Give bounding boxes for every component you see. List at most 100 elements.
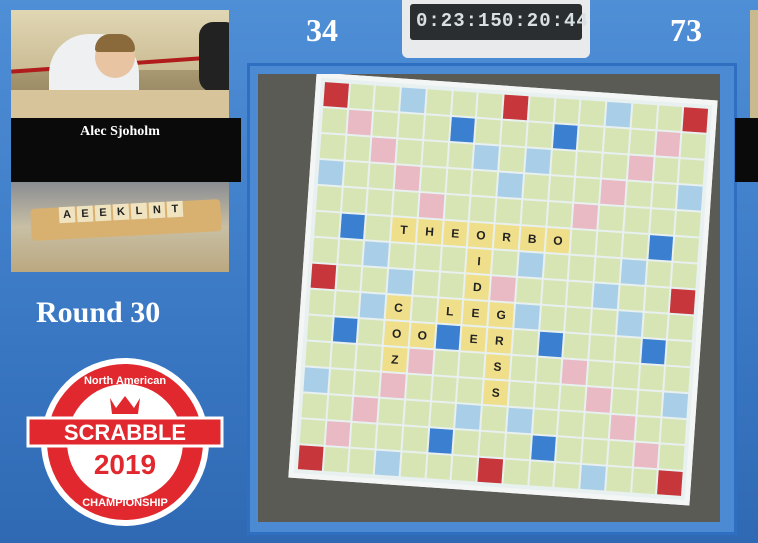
board-square <box>411 296 437 323</box>
board-square <box>552 124 578 150</box>
board-square <box>582 439 608 465</box>
board-square <box>404 400 430 427</box>
board-square <box>319 133 346 160</box>
board-tile: O <box>468 222 494 249</box>
board-square <box>358 319 384 345</box>
board-square <box>341 187 368 214</box>
board-square <box>673 236 699 263</box>
board-tile: O <box>384 320 410 347</box>
board-square <box>570 229 597 256</box>
board-square <box>565 307 591 334</box>
board-square <box>308 289 335 316</box>
board-square <box>659 444 685 470</box>
board-square <box>418 193 445 219</box>
board-square <box>605 466 632 493</box>
board-square <box>541 279 568 306</box>
board-square <box>347 109 373 136</box>
board-square <box>682 107 709 133</box>
board-square <box>363 241 390 267</box>
board-square <box>567 281 593 308</box>
board-square <box>534 383 560 410</box>
board-square <box>583 413 610 439</box>
board-tile: G <box>488 302 514 328</box>
board-square <box>508 381 535 408</box>
board-square <box>607 440 634 467</box>
board-tile: H <box>416 218 443 245</box>
rack-camera-feed: AEEKLNT <box>11 182 229 272</box>
left-clock: 0:23:15 <box>416 10 503 32</box>
board-square <box>329 369 355 395</box>
board-square <box>631 468 658 495</box>
board-square <box>625 181 652 208</box>
scrabble-board: THEORBOIDCLEGOOERZSS <box>288 74 718 506</box>
game-clock: 0:23:15 0:20:44 <box>410 4 588 40</box>
board-square <box>475 118 501 145</box>
board-square <box>431 376 458 402</box>
board-square <box>642 312 668 339</box>
board-square <box>389 243 415 269</box>
board-tile: C <box>385 294 412 321</box>
board-square <box>660 418 687 445</box>
rack-tile: K <box>112 203 130 221</box>
board-square <box>622 233 648 259</box>
board-square <box>380 372 406 399</box>
board-square <box>598 205 624 232</box>
board-square <box>332 317 359 343</box>
board-square <box>593 283 619 309</box>
board-square <box>505 433 531 460</box>
board-square <box>303 367 329 393</box>
board-square <box>631 103 657 130</box>
board-square <box>512 329 538 356</box>
player-name: Alec Sjoholm <box>80 124 160 139</box>
board-square <box>548 176 575 202</box>
board-square <box>323 446 349 473</box>
board-square <box>589 335 615 361</box>
board-square <box>629 129 655 156</box>
rack-tile: A <box>58 206 76 224</box>
logo-year: 2019 <box>94 449 156 480</box>
board-square <box>670 288 696 315</box>
rack-tile: L <box>130 202 148 220</box>
board-square <box>444 194 470 221</box>
board-square <box>517 252 544 278</box>
board-square <box>506 407 533 434</box>
board-square <box>376 424 403 451</box>
board-square <box>348 83 375 110</box>
board-square <box>356 345 382 371</box>
board-tile: S <box>484 354 511 380</box>
board-square <box>675 210 701 237</box>
board-square <box>455 404 481 430</box>
board-square <box>425 89 452 115</box>
board-square <box>503 94 529 121</box>
player-camera-feed <box>11 10 229 118</box>
board-square <box>578 125 604 152</box>
board-square <box>479 431 505 458</box>
board-square <box>449 116 476 143</box>
board-square <box>638 364 665 391</box>
board-square <box>657 105 683 132</box>
board-square <box>503 459 529 486</box>
logo-bottom-text: CHAMPIONSHIP <box>82 497 168 509</box>
board-square <box>351 422 377 449</box>
board-square <box>556 437 582 463</box>
board-square <box>671 262 698 289</box>
board-tile: E <box>461 326 487 352</box>
opponent-nameplate <box>735 118 758 182</box>
board-square <box>624 207 650 233</box>
board-square <box>526 122 553 148</box>
board-square <box>400 452 426 478</box>
board-square <box>301 393 327 419</box>
board-square <box>640 338 667 365</box>
board-square <box>644 286 670 313</box>
board-square <box>428 428 454 454</box>
board-square <box>374 85 401 112</box>
board-square <box>310 263 336 290</box>
board-square <box>367 189 393 216</box>
board-square <box>677 185 703 211</box>
board-square <box>473 144 500 171</box>
board-square <box>495 198 522 224</box>
board-square <box>558 411 584 437</box>
logo-main-text: SCRABBLE <box>64 420 186 445</box>
board-square <box>345 135 371 162</box>
board-square <box>429 402 456 428</box>
